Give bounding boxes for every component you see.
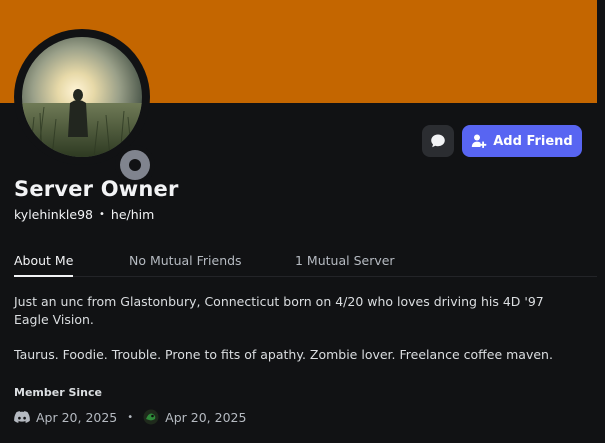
about-me-bio: Just an unc from Glastonbury, Connecticu… [14,293,574,381]
username[interactable]: kylehinkle98 [14,207,93,222]
member-since-heading: Member Since [14,386,102,399]
handle-line: kylehinkle98 • he/him [14,207,154,222]
display-name: Server Owner [14,177,179,201]
chat-bubble-icon [431,134,445,148]
tab-mutual-friends[interactable]: No Mutual Friends [129,253,242,277]
tab-mutual-servers[interactable]: 1 Mutual Server [295,253,395,277]
separator-dot: • [98,209,105,220]
add-friend-button[interactable]: Add Friend [462,125,582,157]
tab-about-me[interactable]: About Me [14,253,74,277]
avatar[interactable] [22,37,142,157]
bio-line: Taurus. Foodie. Trouble. Prone to fits o… [14,347,553,362]
bio-line: Just an unc from Glastonbury, Connecticu… [14,294,544,327]
add-user-icon [472,134,487,148]
avatar-frame [14,29,155,185]
server-member-date: Apr 20, 2025 [165,409,247,425]
pronouns: he/him [110,207,155,222]
separator-dot: • [127,411,134,423]
discord-logo-icon [14,410,30,423]
server-icon [143,409,159,425]
profile-tabs: About Me No Mutual Friends 1 Mutual Serv… [14,253,597,277]
offline-status-icon [120,150,150,180]
message-button[interactable] [422,125,454,157]
scrollbar-track [597,0,605,443]
add-friend-label: Add Friend [493,133,573,149]
discord-member-date: Apr 20, 2025 [36,409,118,425]
member-since-row: Apr 20, 2025 • Apr 20, 2025 [14,409,246,425]
